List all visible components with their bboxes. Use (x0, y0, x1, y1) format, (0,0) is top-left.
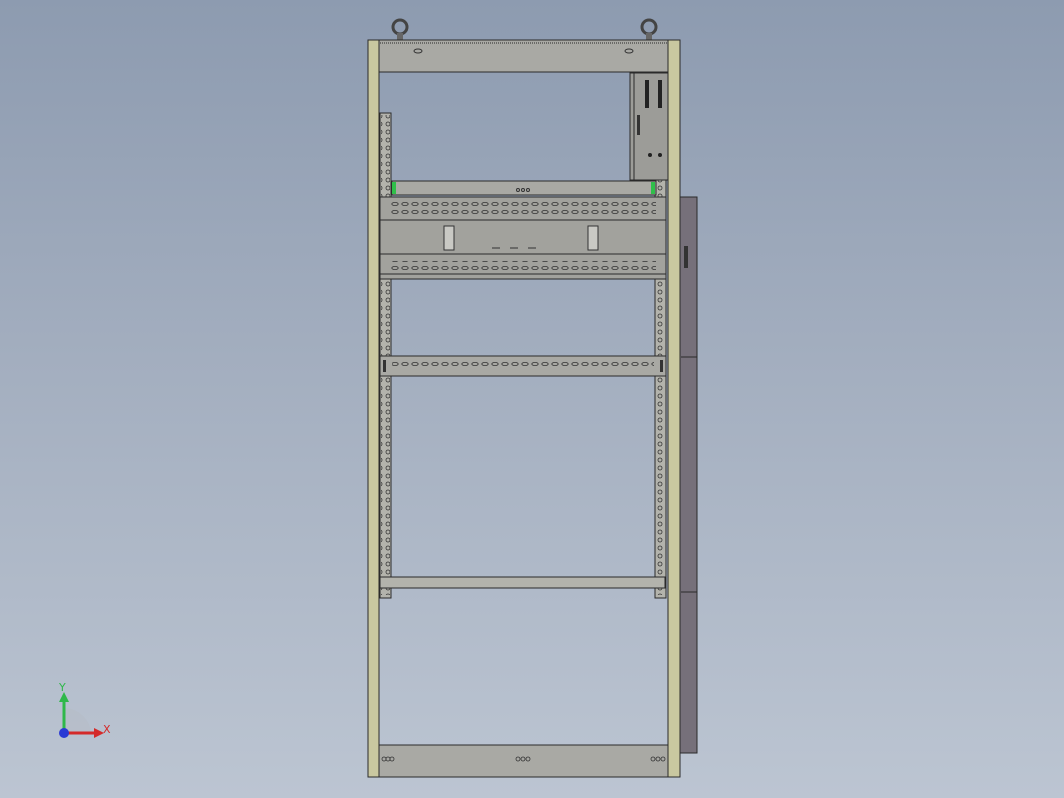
triad-z-axis (59, 728, 69, 738)
mounting-rail-right-holes (656, 115, 665, 595)
mounting-rail-left-holes (381, 115, 390, 595)
lifting-eye-left (391, 18, 409, 41)
equipment-shelf (391, 180, 657, 196)
cabinet-model[interactable] (367, 18, 698, 778)
cad-viewport[interactable]: Y X (0, 0, 1064, 798)
lifting-eye-right (640, 18, 658, 41)
side-door-handle (684, 246, 688, 268)
rack-unit-upper (379, 196, 667, 280)
crossbar-lower (379, 576, 666, 589)
side-door-panel (679, 196, 698, 754)
triad-x-label: X (103, 723, 111, 736)
indicator-left (392, 182, 396, 194)
top-panel (367, 39, 681, 73)
indicator-right (651, 182, 655, 194)
orientation-triad[interactable]: Y X (58, 681, 111, 738)
slotted-rail-middle (379, 355, 667, 377)
frame-upright-right (667, 39, 681, 778)
top-right-module (629, 72, 669, 181)
triad-y-label: Y (58, 681, 66, 694)
triad-arc (64, 707, 91, 733)
frame-upright-left (367, 39, 380, 778)
